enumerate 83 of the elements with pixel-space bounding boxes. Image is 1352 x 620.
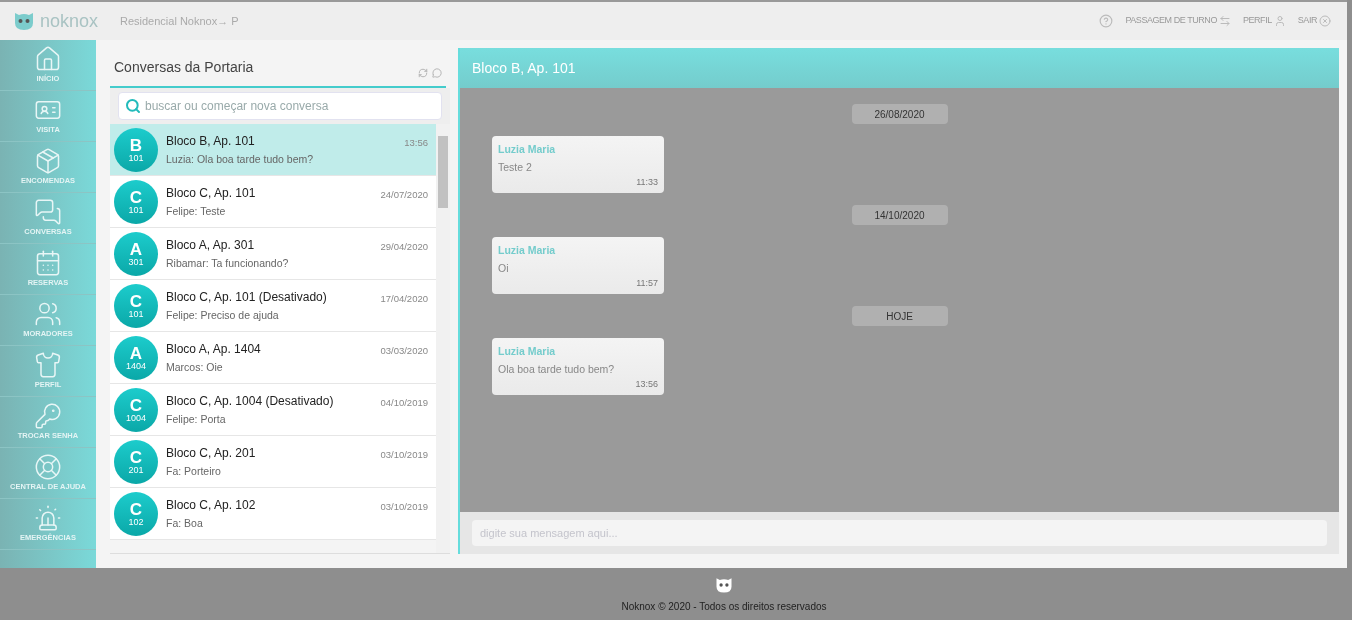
- avatar-number: 301: [128, 257, 144, 267]
- date-separator: HOJE: [851, 306, 948, 326]
- conversation-name: Bloco C, Ap. 101: [166, 184, 257, 202]
- avatar-letter: A: [129, 240, 143, 258]
- avatar-letter: C: [129, 292, 143, 310]
- sender-name: Luzia Maria: [498, 142, 557, 157]
- avatar-letter: C: [129, 396, 143, 414]
- header-link[interactable]: PERFIL: [1242, 14, 1286, 28]
- avatar-letter: C: [129, 500, 143, 518]
- header-link[interactable]: SAIR: [1297, 14, 1331, 28]
- conversation-time: 29/04/2020: [380, 240, 428, 254]
- message-text: Ola boa tarde tudo bem?: [498, 361, 616, 377]
- conversation-time: 03/03/2020: [380, 344, 428, 358]
- message-preview: Fa: Boa: [166, 515, 204, 531]
- new-chat-icon[interactable]: [432, 68, 442, 78]
- conversation-time: 13:56: [404, 136, 428, 150]
- calendar-icon: [34, 249, 62, 278]
- conversation-time: 03/10/2019: [380, 448, 428, 462]
- message-text: Oi: [498, 260, 510, 276]
- conversation-name: Bloco A, Ap. 1404: [166, 340, 262, 358]
- date-separator: 14/10/2020: [851, 205, 948, 225]
- search-field[interactable]: buscar ou começar nova conversa: [118, 92, 442, 120]
- breadcrumb: Residencial Noknox→ P: [120, 13, 239, 29]
- sender-name: Luzia Maria: [498, 344, 557, 359]
- help-icon[interactable]: [1099, 14, 1114, 28]
- message-preview: Felipe: Preciso de ajuda: [166, 307, 280, 323]
- avatar-number: 201: [128, 465, 144, 475]
- avatar-number: 101: [128, 153, 144, 163]
- chat-title: Bloco B, Ap. 101: [472, 58, 576, 78]
- chat-icon: [34, 198, 62, 227]
- conversation-name: Bloco C, Ap. 201: [166, 444, 257, 462]
- avatar-letter: A: [129, 344, 143, 362]
- panel-title: Conversas da Portaria: [113, 58, 254, 77]
- conversation-name: Bloco A, Ap. 301: [166, 236, 256, 254]
- avatar-number: 1404: [126, 361, 146, 371]
- message-time: 13:56: [635, 377, 658, 391]
- message-preview: Luzia: Ola boa tarde tudo bem?: [166, 151, 315, 167]
- avatar-number: 101: [128, 309, 144, 319]
- message-preview: Felipe: Porta: [166, 411, 227, 427]
- message-preview: Ribamar: Ta funcionando?: [166, 255, 290, 271]
- avatar-number: 101: [128, 205, 144, 215]
- lifebuoy-icon: [34, 453, 62, 482]
- sender-name: Luzia Maria: [498, 243, 557, 258]
- message-time: 11:33: [636, 175, 658, 189]
- conversation-item[interactable]: C 102 Bloco C, Ap. 102 Fa: Boa 03/10/2019: [110, 488, 436, 540]
- message-preview: Felipe: Teste: [166, 203, 227, 219]
- message-preview: Fa: Porteiro: [166, 463, 222, 479]
- search-icon: [125, 98, 141, 114]
- refresh-icon[interactable]: [418, 68, 428, 78]
- avatar-letter: C: [129, 188, 143, 206]
- conversation-item[interactable]: C 101 Bloco C, Ap. 101 Felipe: Teste 24/07/2020: [110, 176, 436, 228]
- conversation-time: 04/10/2019: [380, 396, 428, 410]
- header-link[interactable]: PASSAGEM DE TURNO: [1125, 14, 1231, 28]
- conversation-item[interactable]: A 301 Bloco A, Ap. 301 Ribamar: Ta funcionando? 29/04/2020: [110, 228, 436, 280]
- date-separator: 26/08/2020: [851, 104, 948, 124]
- user-icon: [1273, 15, 1286, 27]
- conversation-item[interactable]: C 201 Bloco C, Ap. 201 Fa: Porteiro 03/10/2019: [110, 436, 436, 488]
- package-icon: [34, 147, 62, 176]
- conversation-item[interactable]: C 1004 Bloco C, Ap. 1004 (Desativado) Felipe: Porta 04/10/2019: [110, 384, 436, 436]
- key-icon: [34, 402, 62, 431]
- shirt-icon: [34, 351, 62, 380]
- close-icon: [1319, 15, 1331, 27]
- swap-icon: [1218, 15, 1231, 27]
- message-text: Teste 2: [498, 159, 533, 175]
- conversation-name: Bloco C, Ap. 1004 (Desativado): [166, 392, 335, 410]
- conversation-item[interactable]: C 101 Bloco C, Ap. 101 (Desativado) Felipe: Preciso de ajuda 17/04/2020: [110, 280, 436, 332]
- logo-text: noknox: [40, 9, 99, 33]
- avatar-letter: C: [129, 448, 143, 466]
- avatar-number: 1004: [126, 413, 146, 423]
- conversation-time: 17/04/2020: [380, 292, 428, 306]
- message-preview: Marcos: Oie: [166, 359, 224, 375]
- siren-icon: [34, 504, 62, 533]
- message-time: 11:57: [636, 276, 658, 290]
- conversation-name: Bloco C, Ap. 101 (Desativado): [166, 288, 328, 306]
- conversation-name: Bloco C, Ap. 102: [166, 496, 257, 514]
- footer-text: Noknox © 2020 - Todos os direitos reservados: [621, 599, 827, 614]
- conversation-item[interactable]: B 101 Bloco B, Ap. 101 Luzia: Ola boa tarde tudo bem? 13:56: [110, 124, 436, 176]
- avatar-letter: B: [129, 136, 143, 154]
- avatar-number: 102: [128, 517, 144, 527]
- conversation-time: 24/07/2020: [380, 188, 428, 202]
- conversation-time: 03/10/2019: [380, 500, 428, 514]
- conversation-name: Bloco B, Ap. 101: [166, 132, 256, 150]
- conversation-item[interactable]: A 1404 Bloco A, Ap. 1404 Marcos: Oie 03/03/2020: [110, 332, 436, 384]
